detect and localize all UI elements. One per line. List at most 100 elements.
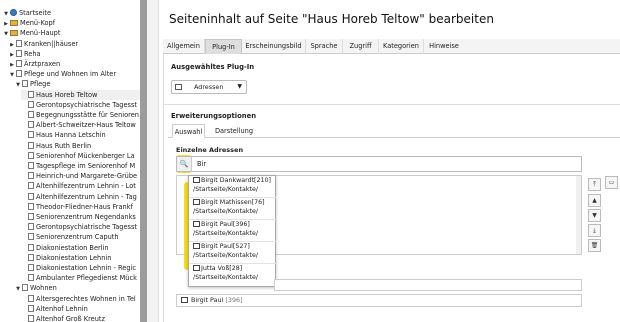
tree-item[interactable]: Heinrich-und Margarete-Grübe <box>21 171 137 181</box>
page-icon <box>28 294 34 302</box>
list-scrollbar[interactable] <box>576 176 581 254</box>
result-name: Birgit Dankwardt[210] <box>201 177 271 184</box>
contact-icon <box>193 177 200 183</box>
tree-item-label: Gerontopsychiatrische Tagesst <box>36 100 137 109</box>
tree-item[interactable]: Begegnungsstätte für Senioren <box>21 110 139 120</box>
trash-icon[interactable]: 🗑 <box>588 239 601 252</box>
tree-item[interactable]: ▶ Kranken||häuser <box>9 39 78 49</box>
tree-item-label: Startseite <box>19 9 52 17</box>
result-item[interactable]: Birgit Paul[527] /Startseite/Kontakte/ <box>189 242 277 264</box>
move-bottom-icon[interactable]: ⤓ <box>588 224 601 237</box>
tree-item[interactable]: Diakoniestation Lehnin <box>21 253 111 263</box>
page-icon <box>28 264 34 271</box>
tree-scrollbar[interactable] <box>140 0 147 322</box>
tree-item[interactable]: ▼ Menü-Haupt <box>3 28 60 38</box>
divider <box>164 104 620 105</box>
tree-item[interactable]: Haus Hanna Letschin <box>21 130 106 140</box>
tab-hinweise[interactable]: Hinweise <box>424 39 464 54</box>
page-icon <box>28 90 34 98</box>
tree-item[interactable]: Altenhilfezentrum Lehnin - Tag <box>21 192 137 202</box>
search-input[interactable]: Bir <box>197 157 206 171</box>
contact-icon <box>193 199 200 205</box>
tree-item[interactable]: Gerontopsychiatrische Tagesst <box>21 222 137 232</box>
contact-icon <box>181 297 188 303</box>
tab-erscheinungsbild[interactable]: Erscheinungsbild <box>242 39 306 54</box>
tab-plug-in[interactable]: Plug-In <box>205 39 242 54</box>
tree-item[interactable]: Albert-Schweitzer-Haus Teltow <box>21 120 136 130</box>
page-icon <box>28 192 34 200</box>
page-icon <box>28 202 34 210</box>
page-icon <box>28 151 34 159</box>
tree-item[interactable]: Seniorenzentrum Caputh <box>21 232 119 242</box>
tree-item-label: Altenhilfezentrum Lehnin - Tag <box>36 192 137 201</box>
tree-item[interactable]: ▼ Pflege und Wohnen im Alter <box>9 69 116 79</box>
search-icon[interactable]: 🔍 <box>177 157 192 171</box>
tree-item-label: Haus Ruth Berlin <box>36 141 92 150</box>
move-top-icon[interactable]: ⤒ <box>588 178 601 191</box>
record-input[interactable] <box>274 279 582 291</box>
tree-item-label: Albert-Schweitzer-Haus Teltow <box>36 121 136 130</box>
subtab-auswahl[interactable]: Auswahl <box>172 124 205 138</box>
tree-item[interactable]: Gerontopsychiatrische Tagesst <box>21 100 137 110</box>
tree-item-label: Kranken||häuser <box>24 39 79 48</box>
tree-item[interactable]: Seniorenzentrum Negendanks <box>21 212 136 222</box>
folder-icon <box>10 30 18 37</box>
tree-item[interactable]: Haus Horeb Teltow <box>21 89 140 100</box>
result-item[interactable]: Jutta Voß[28] /Startseite/Kontakte/ <box>189 264 277 286</box>
tree-item[interactable]: Altenhof Groß Kreutz <box>21 314 105 322</box>
plugin-panel: Ausgewähltes Plug-In Adressen ▼ Erweiter… <box>163 54 620 322</box>
move-up-icon[interactable]: ▲ <box>588 194 601 207</box>
tree-item[interactable]: Tagespflege im Seniorenhof M <box>21 161 135 171</box>
tab-allgemein[interactable]: Allgemein <box>163 39 205 54</box>
result-name: Birgit Paul[527] <box>201 243 250 250</box>
page-icon <box>28 243 34 251</box>
page-icon <box>28 274 34 282</box>
tree-item[interactable]: ▼ Startseite <box>3 8 51 18</box>
result-item[interactable]: Birgit Mathissen[76] /Startseite/Kontakt… <box>189 198 277 220</box>
tree-item[interactable]: ▶ Menü-Kopf <box>3 18 55 28</box>
result-path: /Startseite/Kontakte/ <box>193 186 258 193</box>
tree-item[interactable]: Seniorenhof Mückenberger La <box>21 151 135 161</box>
home-icon <box>10 9 17 16</box>
tree-item[interactable]: Altenhilfezentrum Lehnin - Lot <box>21 181 136 191</box>
tree-item[interactable]: ▼ Wohnen <box>15 283 57 293</box>
tab-kategorien[interactable]: Kategorien <box>379 39 424 54</box>
tree-item-label: Diakoniestation Berlin <box>36 243 109 252</box>
page-icon <box>16 60 22 67</box>
tree-item[interactable]: Diakoniestation Lehnin - Regic <box>21 263 136 273</box>
tree-item-label: Seniorenhof Mückenberger La <box>36 151 135 160</box>
tree-item-label: Altenhilfezentrum Lehnin - Lot <box>36 182 136 191</box>
move-down-icon[interactable]: ▼ <box>588 209 601 222</box>
tree-item[interactable]: ▼ Pflege <box>15 79 50 89</box>
tree-item-label: Wohnen <box>30 284 57 293</box>
plugin-select[interactable]: Adressen ▼ <box>171 80 247 94</box>
tab-sprache[interactable]: Sprache <box>306 39 343 54</box>
record-row[interactable]: Birgit Paul [396] <box>176 294 582 307</box>
folder-icon[interactable]: ▭ <box>605 176 618 189</box>
search-results-dropdown: Birgit Dankwardt[210] /Startseite/Kontak… <box>188 175 277 287</box>
result-item[interactable]: Birgit Paul[396] /Startseite/Kontakte/ <box>189 220 277 242</box>
panel-splitter[interactable] <box>147 0 159 322</box>
tree-item[interactable]: Altenhof Lehnin <box>21 304 88 314</box>
folder-icon <box>10 20 18 27</box>
result-name: Birgit Paul[396] <box>201 221 250 228</box>
tab-zugriff[interactable]: Zugriff <box>343 39 379 54</box>
contact-icon <box>193 243 200 249</box>
main-content: Seiteninhalt auf Seite "Haus Horeb Telto… <box>160 0 620 322</box>
result-item[interactable]: Birgit Dankwardt[210] /Startseite/Kontak… <box>189 176 277 198</box>
page-icon <box>22 284 28 292</box>
search-field[interactable]: 🔍 Bir <box>176 156 582 172</box>
tree-item[interactable]: Altersgerechtes Wohnen in Tel <box>21 294 136 304</box>
result-name: Jutta Voß[28] <box>201 265 243 272</box>
page-icon <box>28 223 34 231</box>
tree-item-label: Altenhof Groß Kreutz <box>36 315 105 322</box>
result-path: /Startseite/Kontakte/ <box>193 208 258 215</box>
tree-item[interactable]: Diakoniestation Berlin <box>21 243 109 253</box>
tree-item[interactable]: Theodor-Fliedner-Haus Frankf <box>21 202 133 212</box>
tree-item[interactable]: Ambulanter Pflegedienst Mück <box>21 273 137 283</box>
tree-item[interactable]: ▶ Ärztpraxen <box>9 59 60 69</box>
subtab-darstellung[interactable]: Darstellung <box>212 124 256 138</box>
tree-item[interactable]: ▶ Reha <box>9 49 41 59</box>
tree-item[interactable]: Haus Ruth Berlin <box>21 141 91 151</box>
tree-item-label: Begegnungsstätte für Senioren <box>36 111 139 119</box>
